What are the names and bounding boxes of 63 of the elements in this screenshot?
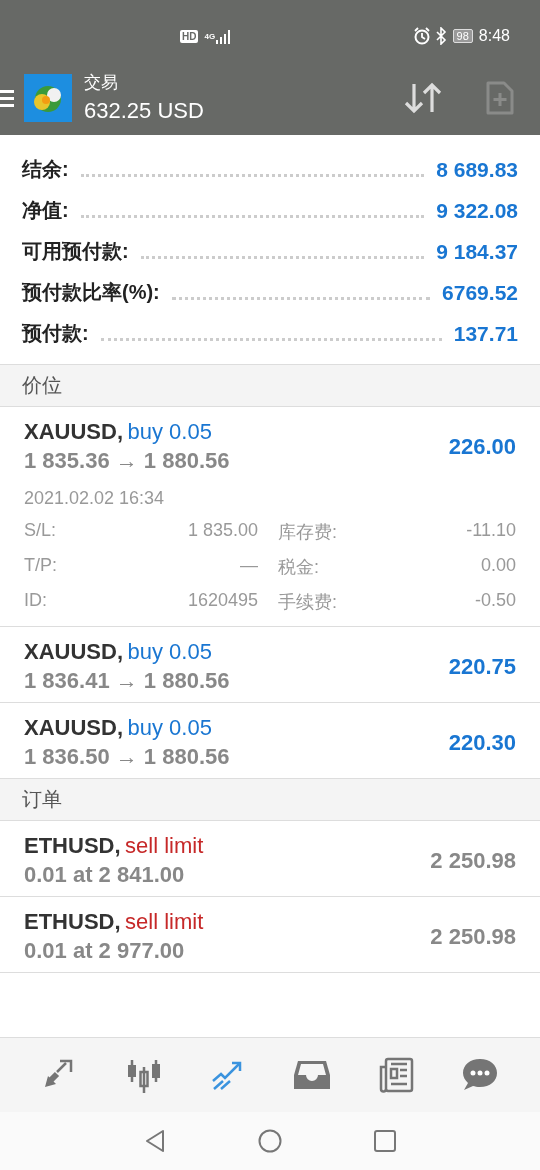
detail-label: S/L: (24, 520, 58, 542)
detail-value: 0.00 (479, 555, 516, 577)
balance-label: 632.25 USD (84, 98, 205, 124)
trade-type: buy 0.05 (127, 639, 212, 664)
profit-value: 220.30 (448, 729, 516, 756)
home-icon[interactable] (258, 1129, 282, 1153)
symbol-label: XAUUSD, (24, 715, 123, 740)
order-detail: 0.01 at 2 841.00 (24, 862, 186, 888)
field-label: 结余: (22, 157, 69, 182)
alarm-icon (412, 27, 431, 45)
profit-value: 220.75 (448, 653, 516, 680)
open-time: 2021.02.02 16:34 (24, 488, 166, 509)
back-icon[interactable] (144, 1129, 166, 1153)
trade-type: buy 0.05 (127, 419, 212, 444)
menu-icon[interactable] (0, 87, 14, 108)
trade-type: sell limit (125, 833, 204, 858)
position-row[interactable]: XAUUSD, buy 0.05 1 836.41 → 1 880.56 220.75 (0, 627, 540, 703)
detail-label: ID: (24, 590, 48, 612)
screen-title: 交易 (84, 72, 119, 94)
order-price: 2 250.98 (430, 923, 516, 950)
clock-time: 8:48 (478, 27, 510, 45)
symbol-label: ETHUSD, (24, 833, 121, 858)
field-label: 可用预付款: (22, 239, 129, 264)
field-value: 9 184.37 (436, 239, 518, 264)
detail-label: 库存费: (277, 521, 338, 544)
field-label: 净值: (22, 198, 69, 223)
detail-label: T/P: (24, 555, 58, 577)
price-change: 1 836.41 → 1 880.56 (24, 668, 231, 694)
section-header: 价位 (0, 365, 540, 407)
battery-level: 98 (452, 29, 473, 43)
order-price: 2 250.98 (430, 847, 516, 874)
detail-value: — (239, 555, 258, 577)
bluetooth-icon (434, 27, 447, 45)
trade-type: sell limit (125, 909, 204, 934)
order-row[interactable]: ETHUSD, sell limit 0.01 at 2 977.00 2 250.98 (0, 897, 540, 973)
detail-value: -11.10 (465, 520, 516, 542)
symbol-label: XAUUSD, (24, 639, 123, 664)
recents-icon[interactable] (374, 1130, 396, 1152)
field-value: 9 322.08 (436, 198, 518, 223)
field-value: 6769.52 (442, 280, 518, 305)
symbol-label: XAUUSD, (24, 419, 123, 444)
order-row[interactable]: ETHUSD, sell limit 0.01 at 2 841.00 2 250.98 (0, 821, 540, 897)
price-change: 1 836.50 → 1 880.56 (24, 744, 231, 770)
trade-type: buy 0.05 (127, 715, 212, 740)
detail-value: 1620495 (186, 590, 258, 612)
section-header: 订单 (0, 779, 540, 821)
detail-value: 1 835.00 (186, 520, 258, 542)
symbol-label: ETHUSD, (24, 909, 121, 934)
price-change: 1 835.36 → 1 880.56 (24, 448, 231, 474)
field-value: 8 689.83 (436, 157, 518, 182)
sort-icon[interactable] (404, 80, 444, 115)
profit-value: 226.00 (448, 433, 516, 460)
hd-indicator: HD (180, 29, 199, 43)
detail-label: 税金: (277, 556, 320, 579)
field-label: 预付款比率(%): (22, 280, 160, 305)
app-logo-icon (24, 73, 72, 122)
position-row[interactable]: XAUUSD, buy 0.05 1 835.36 → 1 880.56 226.00 2021.02.02 16:34 S/L: 1 835.00 库存费: -11.10 T/P: — 税金: 0.00 ID: 1620495 手续费: -0.50 (0, 407, 540, 627)
network-type: 4G (204, 31, 216, 41)
field-label: 预付款: (22, 321, 89, 346)
detail-value: -0.50 (473, 590, 516, 612)
field-value: 137.71 (453, 321, 518, 346)
order-detail: 0.01 at 2 977.00 (24, 938, 186, 964)
detail-label: 手续费: (277, 591, 338, 614)
